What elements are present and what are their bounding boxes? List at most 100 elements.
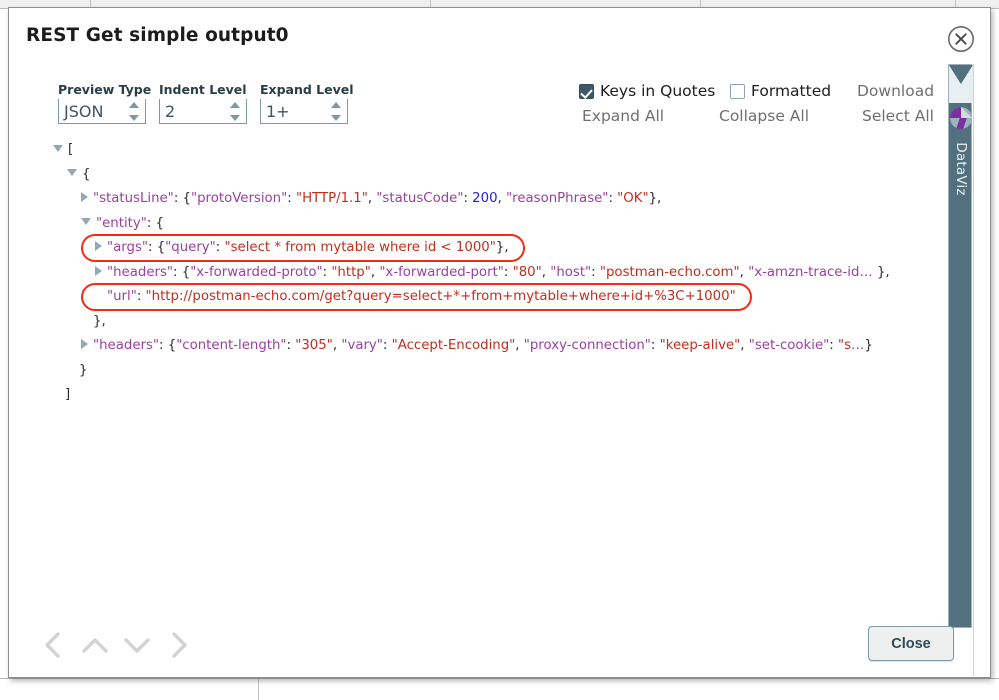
json-tree-row[interactable]: "args": {"query": "select * from mytable… [9, 236, 950, 261]
json-token: , [515, 338, 523, 353]
vertical-scrollbar[interactable] [973, 64, 989, 676]
chevron-left-icon[interactable] [37, 627, 69, 663]
keys-in-quotes-option[interactable]: Keys in Quotes [579, 82, 715, 100]
indent-level-value: 2 [160, 102, 175, 121]
json-token: "entity" [96, 216, 147, 231]
json-token: "Accept-Encoding" [392, 338, 516, 353]
expand-level-value: 1+ [261, 102, 290, 121]
chevron-up-icon[interactable] [79, 627, 111, 663]
json-tree-row[interactable]: "statusLine": {"protoVersion": "HTTP/1.1… [9, 187, 950, 212]
json-tree-viewer[interactable]: [ {"statusLine": {"protoVersion": "HTTP/1… [9, 138, 950, 621]
json-token: : { [148, 240, 165, 255]
json-tree-row[interactable]: [ [9, 138, 950, 163]
json-token: "80" [513, 265, 542, 280]
json-token: : [463, 191, 472, 206]
json-tree-row[interactable]: { [9, 163, 950, 188]
json-token: { [183, 191, 191, 206]
json-token: "x-forwarded-proto" [190, 265, 322, 280]
scrollbar-thumb[interactable] [976, 66, 988, 626]
triangle-expanded-icon[interactable] [81, 218, 91, 225]
close-button[interactable]: Close [868, 626, 954, 661]
preview-dialog: REST Get simple output0 Preview Type JSO… [8, 7, 991, 678]
json-token: "HTTP/1.1" [296, 191, 368, 206]
download-link[interactable]: Download [857, 82, 934, 100]
chevron-right-icon[interactable] [163, 627, 195, 663]
json-token: "x-amzn-trace-id [748, 265, 859, 280]
expand-all-link[interactable]: Expand All [582, 107, 664, 125]
json-token: : [323, 265, 332, 280]
json-token: }, [649, 191, 662, 206]
json-token: "proxy-connection" [524, 338, 651, 353]
json-token: "query" [165, 240, 216, 255]
formatted-checkbox[interactable] [730, 84, 745, 99]
json-token: "set-cookie" [749, 338, 830, 353]
preview-type-label: Preview Type [58, 82, 146, 97]
json-token: "headers" [107, 265, 173, 280]
formatted-label: Formatted [751, 82, 831, 100]
json-token: "http" [331, 265, 371, 280]
json-token: … [851, 338, 864, 353]
keys-in-quotes-checkbox[interactable] [579, 84, 594, 99]
json-tree-row[interactable]: ] [9, 383, 950, 408]
triangle-expanded-icon[interactable] [53, 145, 63, 152]
indent-level-field: Indent Level 2 [159, 82, 247, 124]
json-tree-row[interactable]: "headers": {"x-forwarded-proto": "http",… [9, 261, 950, 286]
json-token: }, [873, 265, 890, 280]
dialog-footer: Close [9, 619, 990, 677]
json-token: [ [68, 142, 73, 157]
json-token: : [608, 191, 617, 206]
json-token: "305" [295, 338, 333, 353]
indent-level-select[interactable]: 2 [159, 99, 247, 124]
json-token: "x-forwarded-port" [379, 265, 504, 280]
collapse-all-link[interactable]: Collapse All [719, 107, 809, 125]
json-token: , [740, 338, 748, 353]
json-tree-row[interactable]: }, [9, 310, 950, 335]
json-token: "content-length" [176, 338, 286, 353]
indent-level-label: Indent Level [159, 82, 247, 97]
formatted-option[interactable]: Formatted [730, 82, 831, 100]
triangle-collapsed-icon[interactable] [95, 266, 102, 276]
json-token: } [864, 338, 872, 353]
triangle-collapsed-icon[interactable] [81, 339, 88, 349]
json-token: "headers" [93, 338, 159, 353]
json-token: : [174, 191, 183, 206]
triangle-collapsed-icon[interactable] [81, 192, 88, 202]
json-token: }, [93, 314, 106, 329]
json-token: "keep-alive" [660, 338, 741, 353]
chevron-down-icon[interactable] [121, 627, 153, 663]
pie-chart-icon [950, 107, 972, 129]
json-token: "OK" [617, 191, 648, 206]
dialog-title-bar: REST Get simple output0 [9, 8, 990, 64]
json-token: : { [147, 216, 164, 231]
json-token: "protoVersion" [191, 191, 287, 206]
json-token: }, [496, 240, 509, 255]
close-circle-icon[interactable] [947, 25, 975, 53]
select-all-link[interactable]: Select All [862, 107, 934, 125]
json-tree-row[interactable]: } [9, 359, 950, 384]
preview-type-select[interactable]: JSON [58, 99, 146, 124]
json-tree-row[interactable]: "headers": {"content-length": "305", "va… [9, 334, 950, 359]
expand-level-label: Expand Level [260, 82, 348, 97]
json-tree-row[interactable]: "entity": { [9, 212, 950, 237]
json-token: : [137, 289, 146, 304]
expand-level-select[interactable]: 1+ [260, 99, 348, 124]
background-app-statusbar [0, 678, 999, 699]
expand-level-stepper[interactable] [331, 102, 342, 121]
json-tree-row[interactable]: "url": "http://postman-echo.com/get?quer… [9, 285, 950, 310]
indent-level-stepper[interactable] [230, 102, 241, 121]
json-token: 200 [472, 191, 497, 206]
preview-type-stepper[interactable] [129, 102, 140, 121]
folded-corner-decoration [949, 65, 973, 103]
json-token: : [829, 338, 838, 353]
triangle-expanded-icon[interactable] [67, 169, 77, 176]
json-token: "postman-echo.com" [600, 265, 740, 280]
json-token: "http://postman-echo.com/get?query=selec… [146, 289, 736, 304]
triangle-collapsed-icon[interactable] [95, 241, 102, 251]
expand-level-field: Expand Level 1+ [260, 82, 348, 124]
json-token: , [740, 265, 748, 280]
json-token: : [287, 191, 296, 206]
dataviz-side-tab[interactable]: DataViz [948, 64, 972, 628]
json-token: : [504, 265, 513, 280]
dataviz-tab-label: DataViz [953, 131, 969, 207]
navigation-arrows [37, 627, 195, 663]
